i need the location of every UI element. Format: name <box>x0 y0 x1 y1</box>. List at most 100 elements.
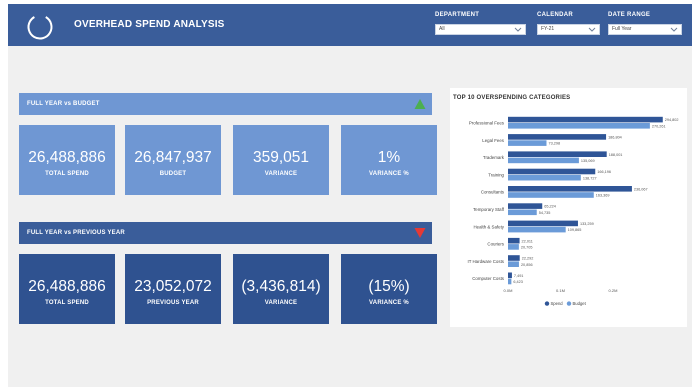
budget-card: 26,847,937 BUDGET <box>125 125 221 195</box>
department-filter-label: DEPARTMENT <box>435 12 480 18</box>
budget-data-label: 109,865 <box>568 228 582 232</box>
dashboard: OVERHEAD SPEND ANALYSIS DEPARTMENT All C… <box>8 4 692 387</box>
py-total-spend-card: 26,488,886 TOTAL SPEND <box>19 254 115 324</box>
py-total-spend-value: 26,488,886 <box>28 278 106 295</box>
department-select-value: All <box>439 26 445 32</box>
total-spend-card: 26,488,886 TOTAL SPEND <box>19 125 115 195</box>
budget-bar <box>508 278 512 285</box>
date-range-select[interactable]: Full Year <box>608 24 682 35</box>
budget-data-label: 138,727 <box>583 176 597 180</box>
page-title: OVERHEAD SPEND ANALYSIS <box>74 19 225 30</box>
spend-data-label: 188,001 <box>609 153 623 157</box>
date-range-select-value: Full Year <box>612 26 632 32</box>
spend-bar <box>508 220 578 227</box>
budget-bar <box>508 244 519 250</box>
budget-variance-pct-value: 1% <box>377 149 401 166</box>
budget-data-label: 20,705 <box>521 246 533 250</box>
budget-variance-pct-label: VARIANCE % <box>369 171 409 177</box>
calendar-filter: CALENDAR FY-21 <box>537 12 600 35</box>
budget-section-title: FULL YEAR vs BUDGET <box>27 101 100 107</box>
category-label: Consultants <box>481 190 505 195</box>
spend-bar <box>508 116 663 123</box>
chevron-down-icon <box>588 27 596 32</box>
budget-variance-value: 359,051 <box>252 149 310 166</box>
spend-bar <box>508 151 607 157</box>
budget-variance-label: VARIANCE <box>264 171 298 177</box>
date-range-filter: DATE RANGE Full Year <box>608 12 682 35</box>
previous-year-value: 23,052,072 <box>134 278 212 295</box>
x-tick-label: 0.2M <box>609 288 618 293</box>
department-select[interactable]: All <box>435 24 526 35</box>
budget-bar <box>508 140 547 146</box>
spend-data-label: 65,224 <box>544 205 556 209</box>
spend-data-label: 22,011 <box>522 239 533 243</box>
budget-variance-pct-card: 1% VARIANCE % <box>341 125 437 195</box>
spend-data-label: 166,196 <box>597 170 611 174</box>
calendar-select-value: FY-21 <box>541 26 555 32</box>
category-label: Computer Costs <box>472 276 505 281</box>
budget-data-label: 54,735 <box>539 211 551 215</box>
py-total-spend-label: TOTAL SPEND <box>45 300 89 306</box>
category-label: Professional Fees <box>469 121 505 126</box>
overspending-chart-panel: TOP 10 OVERSPENDING CATEGORIES Professio… <box>450 88 687 327</box>
previous-year-section-header: FULL YEAR vs PREVIOUS YEAR <box>19 222 432 244</box>
py-variance-value: (3,436,814) <box>241 278 321 295</box>
spend-bar <box>508 134 607 140</box>
spend-data-label: 294,802 <box>665 118 679 122</box>
spend-data-label: 186,804 <box>608 136 622 140</box>
py-variance-pct-card: (15%) VARIANCE % <box>341 254 437 324</box>
py-variance-pct-label: VARIANCE % <box>369 300 409 306</box>
logo-ring-icon <box>27 14 53 40</box>
spend-legend-marker <box>544 301 550 306</box>
py-variance-pct-value: (15%) <box>368 278 410 295</box>
category-label: Legal Fees <box>482 138 505 143</box>
budget-variance-card: 359,051 VARIANCE <box>233 125 329 195</box>
x-tick-label: 0.0M <box>504 288 513 293</box>
department-filter: DEPARTMENT All <box>435 12 526 35</box>
category-label: IT Hardware Costs <box>467 259 504 264</box>
budget-data-label: 73,298 <box>548 142 560 146</box>
budget-bar <box>508 261 519 267</box>
previous-year-card: 23,052,072 PREVIOUS YEAR <box>125 254 221 324</box>
previous-year-label: PREVIOUS YEAR <box>147 300 199 306</box>
overspending-bar-chart: Professional Fees 294,802 270,261 Legal Fee… <box>467 116 679 306</box>
category-label: Health & Safety <box>473 224 504 229</box>
py-variance-label: VARIANCE <box>264 300 298 306</box>
budget-label: BUDGET <box>159 171 187 177</box>
budget-bar <box>508 209 537 216</box>
budget-data-label: 163,369 <box>596 194 610 198</box>
spend-bar <box>508 203 543 209</box>
category-label: Training <box>488 172 504 177</box>
date-range-filter-label: DATE RANGE <box>608 12 651 18</box>
budget-section-header: FULL YEAR vs BUDGET <box>19 93 432 115</box>
calendar-select[interactable]: FY-21 <box>537 24 600 35</box>
header-bar: OVERHEAD SPEND ANALYSIS DEPARTMENT All C… <box>8 4 692 46</box>
spend-bar <box>508 237 520 244</box>
py-variance-card: (3,436,814) VARIANCE <box>233 254 329 324</box>
budget-bar <box>508 192 594 198</box>
budget-data-label: 270,261 <box>652 124 666 128</box>
spend-legend-label: Spend <box>551 301 564 306</box>
calendar-filter-label: CALENDAR <box>537 12 574 18</box>
spend-data-label: 133,259 <box>580 222 594 226</box>
budget-legend-label: Budget <box>573 301 587 306</box>
spend-bar <box>508 272 512 279</box>
budget-bar <box>508 157 579 164</box>
budget-data-label: 20,856 <box>521 263 533 267</box>
total-spend-label: TOTAL SPEND <box>45 171 89 177</box>
spend-bar <box>508 168 596 175</box>
budget-data-label: 135,069 <box>581 159 595 163</box>
spend-data-label: 7,491 <box>514 274 524 278</box>
budget-legend-marker <box>566 301 572 306</box>
chevron-down-icon <box>514 27 522 32</box>
x-tick-label: 0.1M <box>556 288 565 293</box>
total-spend-value: 26,488,886 <box>28 149 106 166</box>
category-label: Couriers <box>487 242 504 247</box>
category-label: Trademark <box>483 155 505 160</box>
spend-bar <box>508 255 520 261</box>
chevron-down-icon <box>670 27 678 32</box>
previous-year-section-title: FULL YEAR vs PREVIOUS YEAR <box>27 230 125 236</box>
down-arrow-icon <box>414 228 426 238</box>
budget-bar <box>508 226 566 233</box>
budget-bar <box>508 174 581 181</box>
